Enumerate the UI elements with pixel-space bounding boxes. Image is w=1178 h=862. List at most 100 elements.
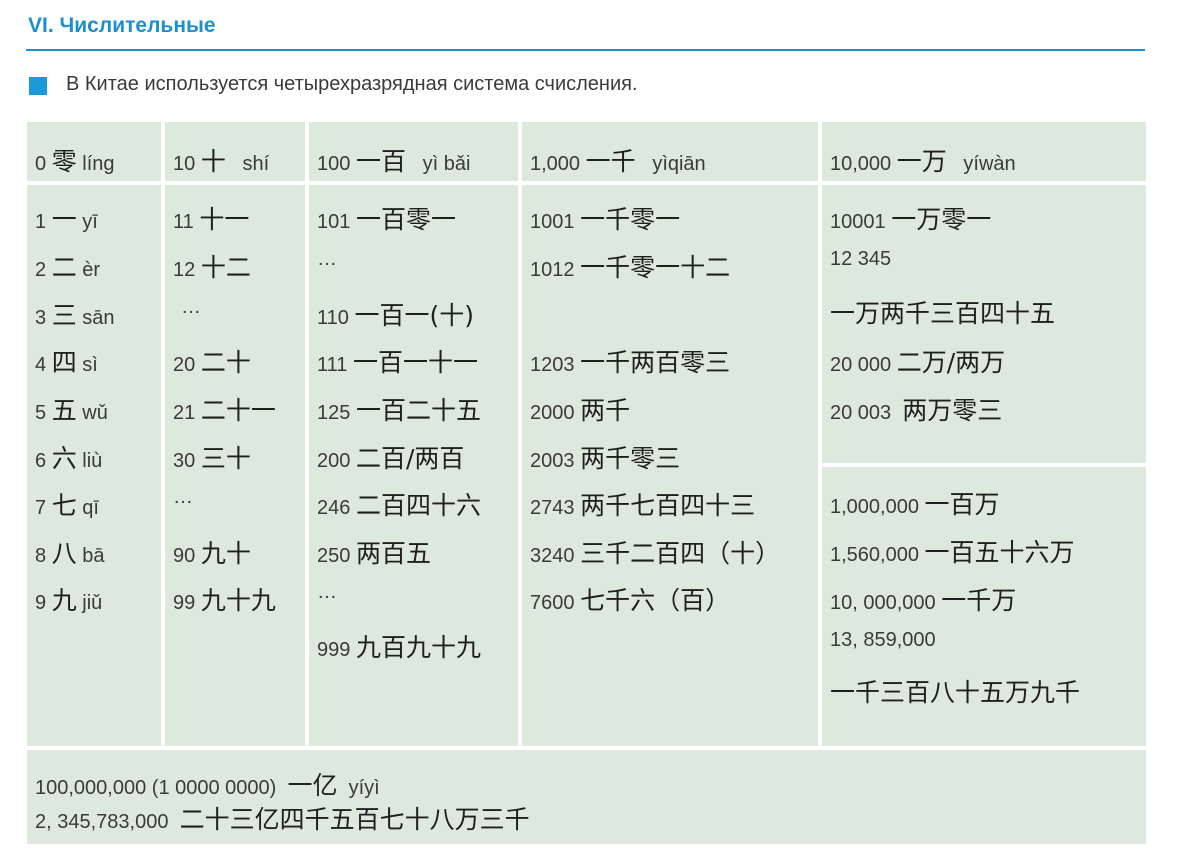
header-number: 100 [317,153,351,175]
column-ten-thousands: 10001 一万零一 12 345 一万两千三百四十五 20 000 二万/两万… [822,185,1146,463]
footer-pinyin: yíyì [348,777,380,799]
row-hanzi: 一千三百八十五万九千 [830,678,1081,707]
header-pinyin: yìqiān [652,153,706,175]
row-hanzi: 一千两百零三 [580,348,731,377]
row-number: 3 [35,307,47,329]
row-hanzi: 八 [51,539,77,568]
header-cell-100: 100 一百 yì bǎi [309,122,518,181]
row-pinyin: sì [82,354,98,376]
row-hanzi: 一千零一 [580,205,681,234]
row-hanzi: 三十 [200,444,251,473]
header-pinyin: yíwàn [963,153,1016,175]
row-hanzi: 五 [51,396,77,425]
header-cell-10000: 10,000 一万 yíwàn [822,122,1146,181]
row-hanzi: 两千 [580,396,631,425]
row-number: 30 [173,450,196,472]
row-hanzi: 十一 [199,205,250,234]
row-pinyin: yī [82,211,98,233]
row-number: 110 [317,307,349,329]
header-cell-0: 0 零 líng [27,122,161,181]
row-number: 2000 [530,402,575,424]
row-number: 4 [35,354,47,376]
row-hanzi: 九十九 [200,586,276,615]
row-number: 999 [317,639,351,661]
row-number: 12 345 [830,248,892,270]
row-number: 3240 [530,545,575,567]
row-hanzi: 七 [51,491,77,520]
row-hanzi: 一万零一 [891,205,992,234]
row-number: 13, 859,000 [830,629,936,651]
row-hanzi: 二百四十六 [355,491,481,520]
bullet-square-icon [29,77,47,95]
row-ellipsis: … [181,296,201,318]
row-hanzi: 一万两千三百四十五 [830,299,1056,328]
row-number: 20 003 [830,402,892,424]
row-number: 20 000 [830,354,892,376]
row-number: 99 [173,592,196,614]
row-number: 7 [35,497,47,519]
column-hundreds: 101 一百零一 … 110 一百一(十) 111 一百一十一 125 一百二十… [309,185,518,746]
row-hanzi: 二 [51,253,77,282]
footer-hanzi: 二十三亿四千五百七十八万三千 [179,805,530,834]
row-hanzi: 三 [51,301,77,330]
footer-hanzi: 一亿 [287,771,338,800]
row-ellipsis: … [317,248,337,270]
row-number: 1001 [530,211,575,233]
row-pinyin: jiǔ [82,592,103,614]
header-number: 10 [173,153,196,175]
title-divider [26,49,1145,51]
row-hanzi: 两千零三 [580,444,681,473]
row-number: 111 [317,354,348,376]
row-number: 90 [173,545,196,567]
row-number: 8 [35,545,47,567]
row-number: 21 [173,402,196,424]
row-number: 7600 [530,592,575,614]
header-cell-1000: 1,000 一千 yìqiān [522,122,818,181]
header-pinyin: líng [82,153,115,175]
header-number: 10,000 [830,153,892,175]
row-hanzi: 一百二十五 [355,396,481,425]
row-number: 101 [317,211,351,233]
row-number: 1,000,000 [830,496,919,518]
row-number: 200 [317,450,351,472]
row-pinyin: bā [82,545,105,567]
header-hanzi: 一万 [896,147,947,176]
row-hanzi: 一千零一十二 [580,253,731,282]
row-number: 1203 [530,354,575,376]
row-hanzi: 七千六（百） [580,586,731,615]
row-hanzi: 九十 [200,539,251,568]
header-cell-10: 10 十 shí [165,122,305,181]
row-hanzi: 两万零三 [902,396,1003,425]
row-number: 6 [35,450,47,472]
row-hanzi: 一 [51,205,77,234]
row-number: 2003 [530,450,575,472]
header-pinyin: shí [242,153,270,175]
row-number: 12 [173,259,196,281]
row-hanzi: 一千万 [941,586,1017,615]
row-hanzi: 二百/两百 [355,444,465,473]
intro-text: В Китае используется четырехразрядная си… [66,73,638,95]
footer-number: 100,000,000 (1 0000 0000) [35,777,277,799]
row-number: 1,560,000 [830,544,919,566]
row-hanzi: 三千二百四（十） [580,539,781,568]
row-number: 5 [35,402,47,424]
column-tens: 11 十一 12 十二 … 20 二十 21 二十一 30 三十 … 90 九十… [165,185,305,746]
section-title: VI. Числительные [28,14,216,37]
row-number: 2743 [530,497,575,519]
footer-cell: 100,000,000 (1 0000 0000) 一亿 yíyì 2, 345… [27,750,1146,844]
header-number: 1,000 [530,153,581,175]
row-ellipsis: … [317,581,337,603]
row-hanzi: 两百五 [355,539,431,568]
column-millions: 1,000,000 一百万 1,560,000 一百五十六万 10, 000,0… [822,467,1146,746]
row-number: 250 [317,545,351,567]
header-hanzi: 十 [200,147,226,176]
row-pinyin: liù [82,450,103,472]
row-hanzi: 二十 [200,348,251,377]
row-pinyin: wǔ [82,402,108,424]
header-hanzi: 零 [51,147,77,176]
row-hanzi: 九 [51,586,77,615]
row-ellipsis: … [173,486,193,508]
row-hanzi: 一百一(十) [354,301,474,330]
row-number: 1012 [530,259,575,281]
header-hanzi: 一千 [585,147,636,176]
